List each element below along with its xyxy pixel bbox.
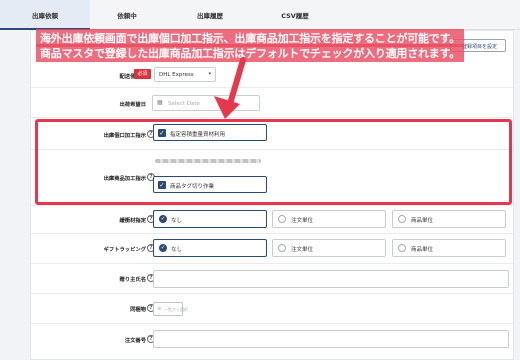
sender-name-label: 贈り主氏名 [119, 277, 147, 283]
row-enclosure [31, 294, 513, 324]
gift-wrapping-option-label: 商品単位 [411, 247, 434, 253]
enclosure-label: 同梱物 [130, 307, 146, 313]
radio-selected-icon[interactable]: ✓ [159, 244, 167, 252]
radio-icon[interactable] [278, 244, 286, 252]
tab-shipping-history[interactable]: 出庫履歴 [170, 0, 250, 30]
shipping-method-select[interactable]: DHL Express ▾ [154, 67, 216, 82]
radio-icon[interactable] [398, 215, 406, 223]
register-item-label: 登録項目を設定 [462, 44, 498, 50]
gift-wrapping-option-product[interactable]: 商品単位 [392, 239, 506, 257]
radio-selected-icon[interactable]: ✓ [159, 215, 167, 223]
radio-icon[interactable] [278, 215, 286, 223]
order-number-input[interactable] [153, 330, 509, 348]
sender-name-input[interactable] [153, 270, 509, 288]
shipping-method-value: DHL Express [159, 72, 194, 78]
gift-wrapping-label: ギフトラッピング [103, 247, 146, 253]
plus-icon: ⊕ [157, 306, 162, 312]
gift-wrapping-option-none[interactable]: ✓ なし [153, 239, 267, 257]
cushioning-option-order[interactable]: 注文単位 [272, 210, 386, 228]
gift-wrapping-option-label: なし [171, 247, 183, 253]
shipping-date-placeholder: Select Date [168, 101, 200, 107]
order-number-label: 注文番号 [124, 338, 146, 344]
shipping-date-label: 出荷希望日 [119, 102, 147, 108]
chevron-down-icon: ▾ [208, 71, 211, 77]
cushioning-option-label: なし [171, 218, 183, 224]
select-from-list-button[interactable]: ⊕ 一覧から選択 [153, 302, 188, 316]
cushioning-option-label: 商品単位 [411, 218, 434, 224]
annotation-line-2: 商品マスタで登録した出庫商品加工指示はデフォルトでチェックが入り適用されます。 [36, 44, 465, 62]
radio-icon[interactable] [398, 244, 406, 252]
tab-shipping-request[interactable]: 出庫依頼 [0, 0, 90, 30]
row-shipping-date [31, 88, 513, 118]
select-from-list-label: 一覧から選択 [164, 307, 188, 312]
tab-csv-history[interactable]: CSV履歴 [255, 0, 335, 30]
calendar-icon: ▦ [157, 99, 163, 106]
gift-wrapping-option-label: 注文単位 [291, 247, 314, 253]
cushioning-option-label: 注文単位 [291, 218, 314, 224]
tab-bar: 出庫依頼 依頼中 出庫履歴 CSV履歴 [0, 0, 520, 30]
tab-in-progress[interactable]: 依頼中 [92, 0, 162, 30]
highlight-frame [35, 119, 512, 205]
required-badge: 必須 [134, 69, 151, 79]
row-shipping-method [31, 62, 513, 88]
shipping-date-input[interactable]: ▦ Select Date [152, 95, 260, 111]
cushioning-option-product[interactable]: 商品単位 [392, 210, 506, 228]
gift-wrapping-option-order[interactable]: 注文単位 [272, 239, 386, 257]
cushioning-option-none[interactable]: ✓ なし [153, 210, 267, 228]
cushioning-label: 緩衝材指定 [119, 218, 147, 224]
